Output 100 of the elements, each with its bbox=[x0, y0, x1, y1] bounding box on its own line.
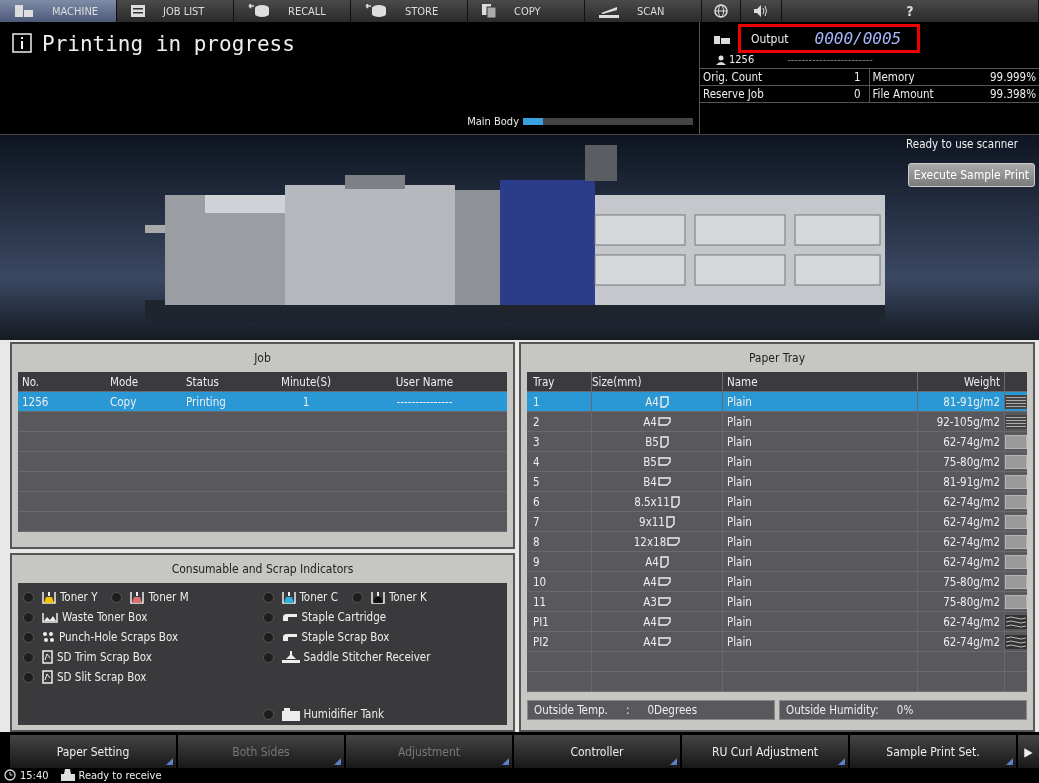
output-count: 0000/0005 bbox=[814, 29, 902, 48]
portrait-paper-icon bbox=[670, 495, 680, 508]
tray-row[interactable]: 6 8.5x11 Plain 62-74g/m2 bbox=[527, 492, 1027, 512]
status-lamp-icon bbox=[262, 651, 274, 663]
status-lamp-icon bbox=[262, 708, 274, 720]
status-lamp-icon bbox=[23, 591, 34, 603]
nav-tab[interactable]: MACHINE bbox=[0, 0, 117, 22]
column-header: Weight bbox=[918, 372, 1005, 391]
menu-button[interactable]: RU Curl Adjustment bbox=[682, 735, 848, 768]
table-cell: A3 bbox=[643, 594, 657, 609]
info-icon bbox=[12, 32, 32, 56]
status-lamp-icon bbox=[23, 651, 34, 663]
paper-stack-icon bbox=[1005, 614, 1027, 629]
table-cell: 2 bbox=[527, 412, 592, 431]
tray-row[interactable]: 4 B5 Plain 75-80g/m2 bbox=[527, 452, 1027, 472]
copy-icon bbox=[482, 4, 496, 18]
column-header: No. bbox=[22, 374, 41, 389]
table-cell: B5 bbox=[643, 454, 657, 469]
table-cell: A4 bbox=[645, 554, 659, 569]
indicator-label: SD Slit Scrap Box bbox=[57, 670, 147, 684]
storage-icon bbox=[248, 4, 270, 18]
stapler-icon bbox=[281, 632, 298, 642]
storage-icon bbox=[365, 4, 387, 18]
list-icon bbox=[131, 5, 145, 17]
indicator-label: Humidifier Tank bbox=[303, 707, 384, 721]
table-cell: 10 bbox=[527, 572, 592, 591]
paper-stack-icon bbox=[1005, 394, 1027, 409]
tank-icon bbox=[281, 707, 300, 721]
column-header: Mode bbox=[110, 374, 140, 389]
clock-time: 15:40 bbox=[20, 768, 49, 782]
output-label: Output bbox=[751, 31, 789, 46]
printer-icon bbox=[714, 33, 730, 44]
tray-row[interactable]: 11 A3 Plain 75-80g/m2 bbox=[527, 592, 1027, 612]
landscape-paper-icon bbox=[657, 457, 671, 466]
landscape-paper-icon bbox=[657, 477, 671, 486]
table-cell: 6 bbox=[527, 492, 592, 511]
table-cell: Plain bbox=[723, 632, 918, 651]
table-cell: 8.5x11 bbox=[634, 494, 670, 509]
portrait-paper-icon bbox=[659, 555, 669, 568]
status-lamp-icon bbox=[23, 611, 34, 623]
table-cell: 3 bbox=[527, 432, 592, 451]
status-message: Ready to receive bbox=[78, 768, 162, 782]
counter-label: Reserve Job bbox=[703, 87, 764, 101]
status-lamp-icon bbox=[351, 591, 363, 603]
table-cell: Plain bbox=[723, 572, 918, 591]
table-cell: Plain bbox=[723, 432, 918, 451]
table-cell: 5 bbox=[527, 472, 592, 491]
portrait-paper-icon bbox=[665, 515, 675, 528]
counter-value: 0 bbox=[853, 87, 861, 101]
paper-stack-icon bbox=[1005, 414, 1027, 429]
table-cell: 9 bbox=[527, 552, 592, 571]
tray-row[interactable]: PI2 A4 Plain 62-74g/m2 bbox=[527, 632, 1027, 652]
table-cell: Plain bbox=[723, 552, 918, 571]
paper-stack-icon bbox=[1005, 454, 1027, 469]
table-cell: A4 bbox=[643, 614, 657, 629]
tray-row[interactable]: 9 A4 Plain 62-74g/m2 bbox=[527, 552, 1027, 572]
table-cell: Plain bbox=[723, 592, 918, 611]
menu-button[interactable]: Paper Setting bbox=[10, 735, 176, 768]
menu-button[interactable]: Controller bbox=[514, 735, 680, 768]
table-cell: PI2 bbox=[527, 632, 592, 651]
tray-row[interactable]: 5 B4 Plain 81-91g/m2 bbox=[527, 472, 1027, 492]
column-header: Status bbox=[186, 374, 220, 389]
tray-row[interactable]: PI1 A4 Plain 62-74g/m2 bbox=[527, 612, 1027, 632]
landscape-paper-icon bbox=[657, 617, 671, 626]
table-cell: PI1 bbox=[527, 612, 592, 631]
separator-colon: : bbox=[625, 703, 630, 717]
column-header: Size(mm) bbox=[592, 372, 723, 391]
printer-icon bbox=[60, 769, 75, 781]
indicator-label: SD Trim Scrap Box bbox=[57, 650, 152, 664]
status-lamp-icon bbox=[262, 591, 274, 603]
table-cell: A4 bbox=[643, 574, 657, 589]
tray-row[interactable]: 7 9x11 Plain 62-74g/m2 bbox=[527, 512, 1027, 532]
temperature-label: Outside Temp. bbox=[534, 703, 608, 717]
column-header: User Name bbox=[394, 374, 455, 389]
indicator-label: Toner C bbox=[299, 590, 338, 604]
job-number: 1256 bbox=[729, 53, 755, 66]
table-cell: B5 bbox=[645, 434, 659, 449]
counter-value: 99.999% bbox=[989, 70, 1036, 84]
tray-row[interactable]: 3 B5 Plain 62-74g/m2 bbox=[527, 432, 1027, 452]
clock-icon bbox=[4, 769, 16, 781]
scrap-box-icon bbox=[42, 650, 53, 664]
menu-button[interactable]: Sample Print Set. bbox=[850, 735, 1016, 768]
table-cell-text: 1256 bbox=[22, 394, 50, 409]
indicator-label: Toner M bbox=[148, 590, 189, 604]
tray-row[interactable]: 10 A4 Plain 75-80g/m2 bbox=[527, 572, 1027, 592]
speaker-icon bbox=[753, 4, 769, 18]
portrait-paper-icon bbox=[659, 395, 669, 408]
paper-stack-icon bbox=[1005, 534, 1027, 549]
paper-stack-icon bbox=[1005, 434, 1027, 449]
indicator-label: Waste Toner Box bbox=[62, 610, 148, 624]
table-cell: Plain bbox=[723, 392, 918, 411]
indicator-label: Staple Cartridge bbox=[301, 610, 387, 624]
tray-row[interactable]: 2 A4 Plain 92-105g/m2 bbox=[527, 412, 1027, 432]
scraps-icon bbox=[42, 631, 55, 643]
table-cell-text: 1 bbox=[301, 394, 311, 409]
indicator-label: Staple Scrap Box bbox=[301, 630, 390, 644]
temperature-value: 0Degrees bbox=[647, 703, 698, 717]
next-page-button[interactable]: ▶ bbox=[1018, 735, 1039, 768]
user-name: ------------------------ bbox=[787, 53, 873, 66]
tray-row[interactable]: 8 12x18 Plain 62-74g/m2 bbox=[527, 532, 1027, 552]
